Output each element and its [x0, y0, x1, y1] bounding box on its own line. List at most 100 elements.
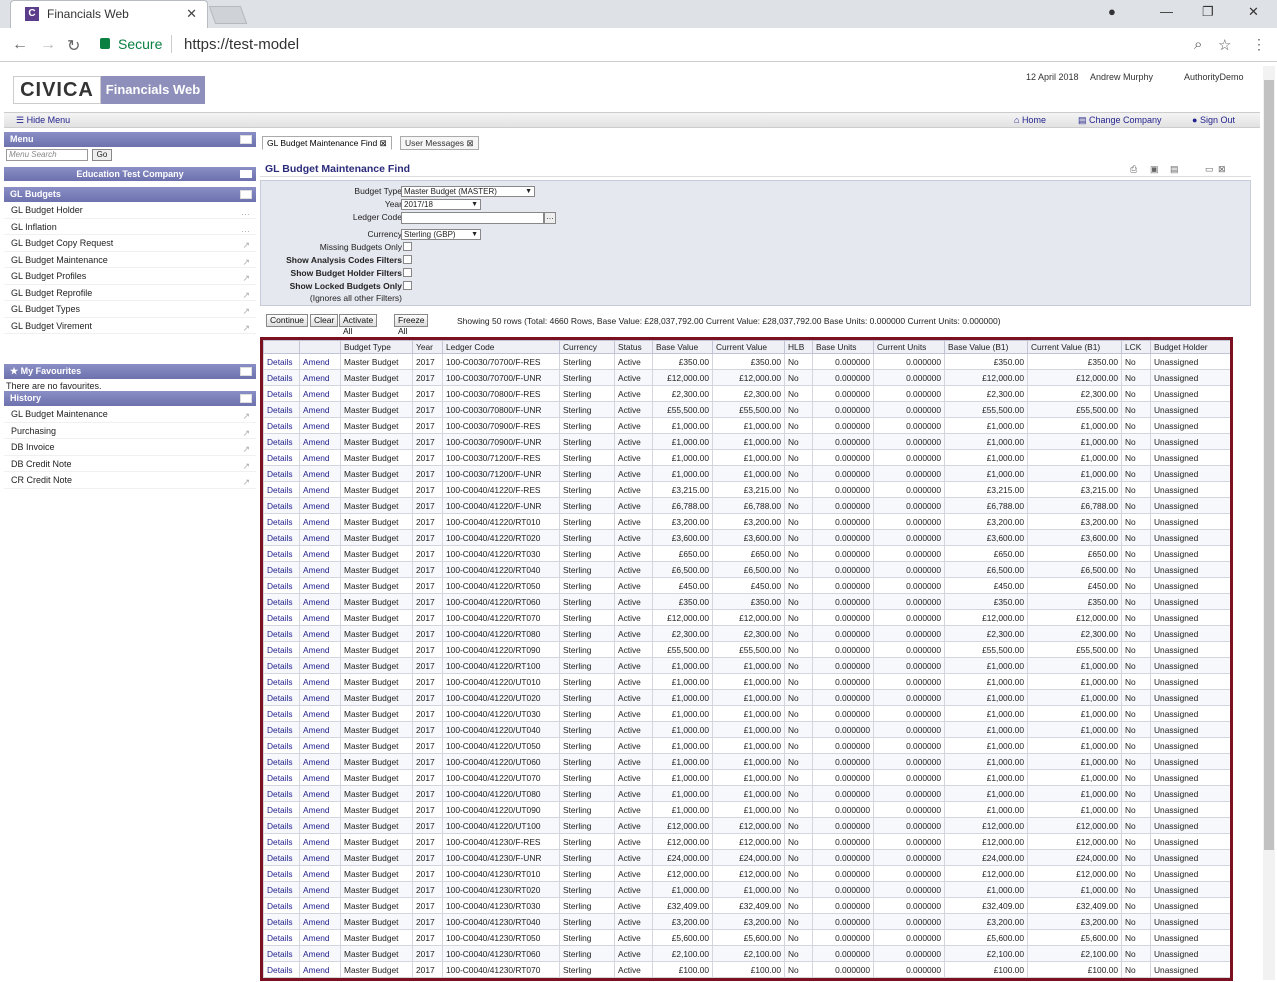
- amend-link[interactable]: Amend: [299, 369, 341, 386]
- continue-button[interactable]: Continue: [266, 314, 309, 327]
- close-tab-icon[interactable]: ⊠: [380, 138, 387, 148]
- amend-link[interactable]: Amend: [299, 561, 341, 578]
- column-header[interactable]: Base Units: [812, 340, 874, 354]
- details-link[interactable]: Details: [263, 497, 300, 514]
- back-icon[interactable]: ←: [12, 36, 28, 54]
- amend-link[interactable]: Amend: [299, 785, 341, 802]
- amend-link[interactable]: Amend: [299, 513, 341, 530]
- omnibox[interactable]: Secure https://test-model ⌕ ☆: [92, 33, 1242, 57]
- details-link[interactable]: Details: [263, 433, 300, 450]
- details-link[interactable]: Details: [263, 369, 300, 386]
- details-link[interactable]: Details: [263, 801, 300, 818]
- amend-link[interactable]: Amend: [299, 609, 341, 626]
- amend-link[interactable]: Amend: [299, 881, 341, 898]
- column-header[interactable]: Current Value: [712, 340, 785, 354]
- amend-link[interactable]: Amend: [299, 353, 341, 370]
- amend-link[interactable]: Amend: [299, 433, 341, 450]
- column-header[interactable]: Current Value (B1): [1027, 340, 1122, 354]
- column-header[interactable]: Year: [412, 340, 443, 354]
- sidebar-item[interactable]: GL Budget Maintenance ↗: [4, 252, 256, 268]
- column-header[interactable]: Budget Holder: [1150, 340, 1230, 354]
- bookmark-star-icon[interactable]: ☆: [1218, 36, 1231, 54]
- budget-holder-filters-checkbox[interactable]: [403, 268, 412, 277]
- amend-link[interactable]: Amend: [299, 689, 341, 706]
- details-link[interactable]: Details: [263, 609, 300, 626]
- amend-link[interactable]: Amend: [299, 945, 341, 962]
- ledger-code-input[interactable]: [401, 212, 544, 224]
- panel-pin-icon[interactable]: [240, 135, 252, 144]
- details-link[interactable]: Details: [263, 561, 300, 578]
- details-link[interactable]: Details: [263, 705, 300, 722]
- column-header[interactable]: HLB: [784, 340, 813, 354]
- currency-select[interactable]: Sterling (GBP): [401, 229, 481, 240]
- open-external-icon[interactable]: ↗: [242, 474, 250, 490]
- column-header[interactable]: Base Value: [652, 340, 713, 354]
- amend-link[interactable]: Amend: [299, 929, 341, 946]
- details-link[interactable]: Details: [263, 849, 300, 866]
- details-link[interactable]: Details: [263, 865, 300, 882]
- close-tab-icon[interactable]: ✕: [186, 6, 197, 22]
- details-link[interactable]: Details: [263, 769, 300, 786]
- amend-link[interactable]: Amend: [299, 833, 341, 850]
- details-link[interactable]: Details: [263, 593, 300, 610]
- details-link[interactable]: Details: [263, 881, 300, 898]
- tab-user-messages[interactable]: User Messages ⊠: [400, 136, 479, 150]
- amend-link[interactable]: Amend: [299, 817, 341, 834]
- amend-link[interactable]: Amend: [299, 737, 341, 754]
- details-link[interactable]: Details: [263, 401, 300, 418]
- amend-link[interactable]: Amend: [299, 529, 341, 546]
- amend-link[interactable]: Amend: [299, 705, 341, 722]
- amend-link[interactable]: Amend: [299, 753, 341, 770]
- menu-search-go-button[interactable]: Go: [92, 149, 112, 161]
- details-link[interactable]: Details: [263, 929, 300, 946]
- ledger-code-lookup-button[interactable]: …: [544, 212, 556, 224]
- amend-link[interactable]: Amend: [299, 769, 341, 786]
- amend-link[interactable]: Amend: [299, 849, 341, 866]
- amend-link[interactable]: Amend: [299, 465, 341, 482]
- window-icon[interactable]: ▭: [1205, 164, 1214, 175]
- details-link[interactable]: Details: [263, 625, 300, 642]
- missing-budgets-checkbox[interactable]: [403, 242, 412, 251]
- details-link[interactable]: Details: [263, 385, 300, 402]
- column-header[interactable]: Base Value (B1): [944, 340, 1028, 354]
- amend-link[interactable]: Amend: [299, 961, 341, 978]
- page-scrollbar[interactable]: [1263, 66, 1275, 980]
- amend-link[interactable]: Amend: [299, 385, 341, 402]
- amend-link[interactable]: Amend: [299, 865, 341, 882]
- close-window-icon[interactable]: ✕: [1248, 4, 1259, 20]
- history-item[interactable]: GL Budget Maintenance ↗: [4, 406, 256, 423]
- details-link[interactable]: Details: [263, 353, 300, 370]
- sidebar-item[interactable]: GL Budget Reprofile ↗: [4, 285, 256, 301]
- details-link[interactable]: Details: [263, 577, 300, 594]
- forward-icon[interactable]: →: [40, 36, 56, 54]
- activate-all-button[interactable]: Activate All: [339, 314, 378, 336]
- column-header[interactable]: Current Units: [873, 340, 945, 354]
- panel-pin-icon[interactable]: [240, 367, 252, 376]
- sign-out-link[interactable]: ● Sign Out: [1192, 115, 1235, 125]
- history-item[interactable]: CR Credit Note ↗: [4, 472, 256, 489]
- locked-budgets-checkbox[interactable]: [403, 281, 412, 290]
- home-link[interactable]: ⌂ Home: [1014, 115, 1046, 125]
- panel-pin-icon[interactable]: [240, 190, 252, 199]
- menu-search-input[interactable]: Menu Search: [6, 149, 88, 161]
- new-tab-button[interactable]: [208, 6, 248, 24]
- amend-link[interactable]: Amend: [299, 625, 341, 642]
- sidebar-item[interactable]: GL Budget Holder…: [4, 202, 256, 219]
- sidebar-item[interactable]: GL Budget Types ↗: [4, 301, 256, 318]
- amend-link[interactable]: Amend: [299, 641, 341, 658]
- panel-pin-icon[interactable]: [240, 394, 252, 403]
- sidebar-item[interactable]: GL Budget Profiles ↗: [4, 268, 256, 285]
- column-header[interactable]: Status: [614, 340, 653, 354]
- amend-link[interactable]: Amend: [299, 497, 341, 514]
- details-link[interactable]: Details: [263, 961, 300, 978]
- tab-gl-budget-maintenance-find[interactable]: GL Budget Maintenance Find ⊠: [262, 136, 392, 150]
- amend-link[interactable]: Amend: [299, 657, 341, 674]
- export-icon[interactable]: ▣: [1150, 164, 1159, 175]
- amend-link[interactable]: Amend: [299, 897, 341, 914]
- amend-link[interactable]: Amend: [299, 913, 341, 930]
- amend-link[interactable]: Amend: [299, 577, 341, 594]
- details-link[interactable]: Details: [263, 449, 300, 466]
- history-item[interactable]: DB Credit Note ↗: [4, 456, 256, 472]
- minimize-icon[interactable]: —: [1160, 4, 1173, 19]
- amend-link[interactable]: Amend: [299, 593, 341, 610]
